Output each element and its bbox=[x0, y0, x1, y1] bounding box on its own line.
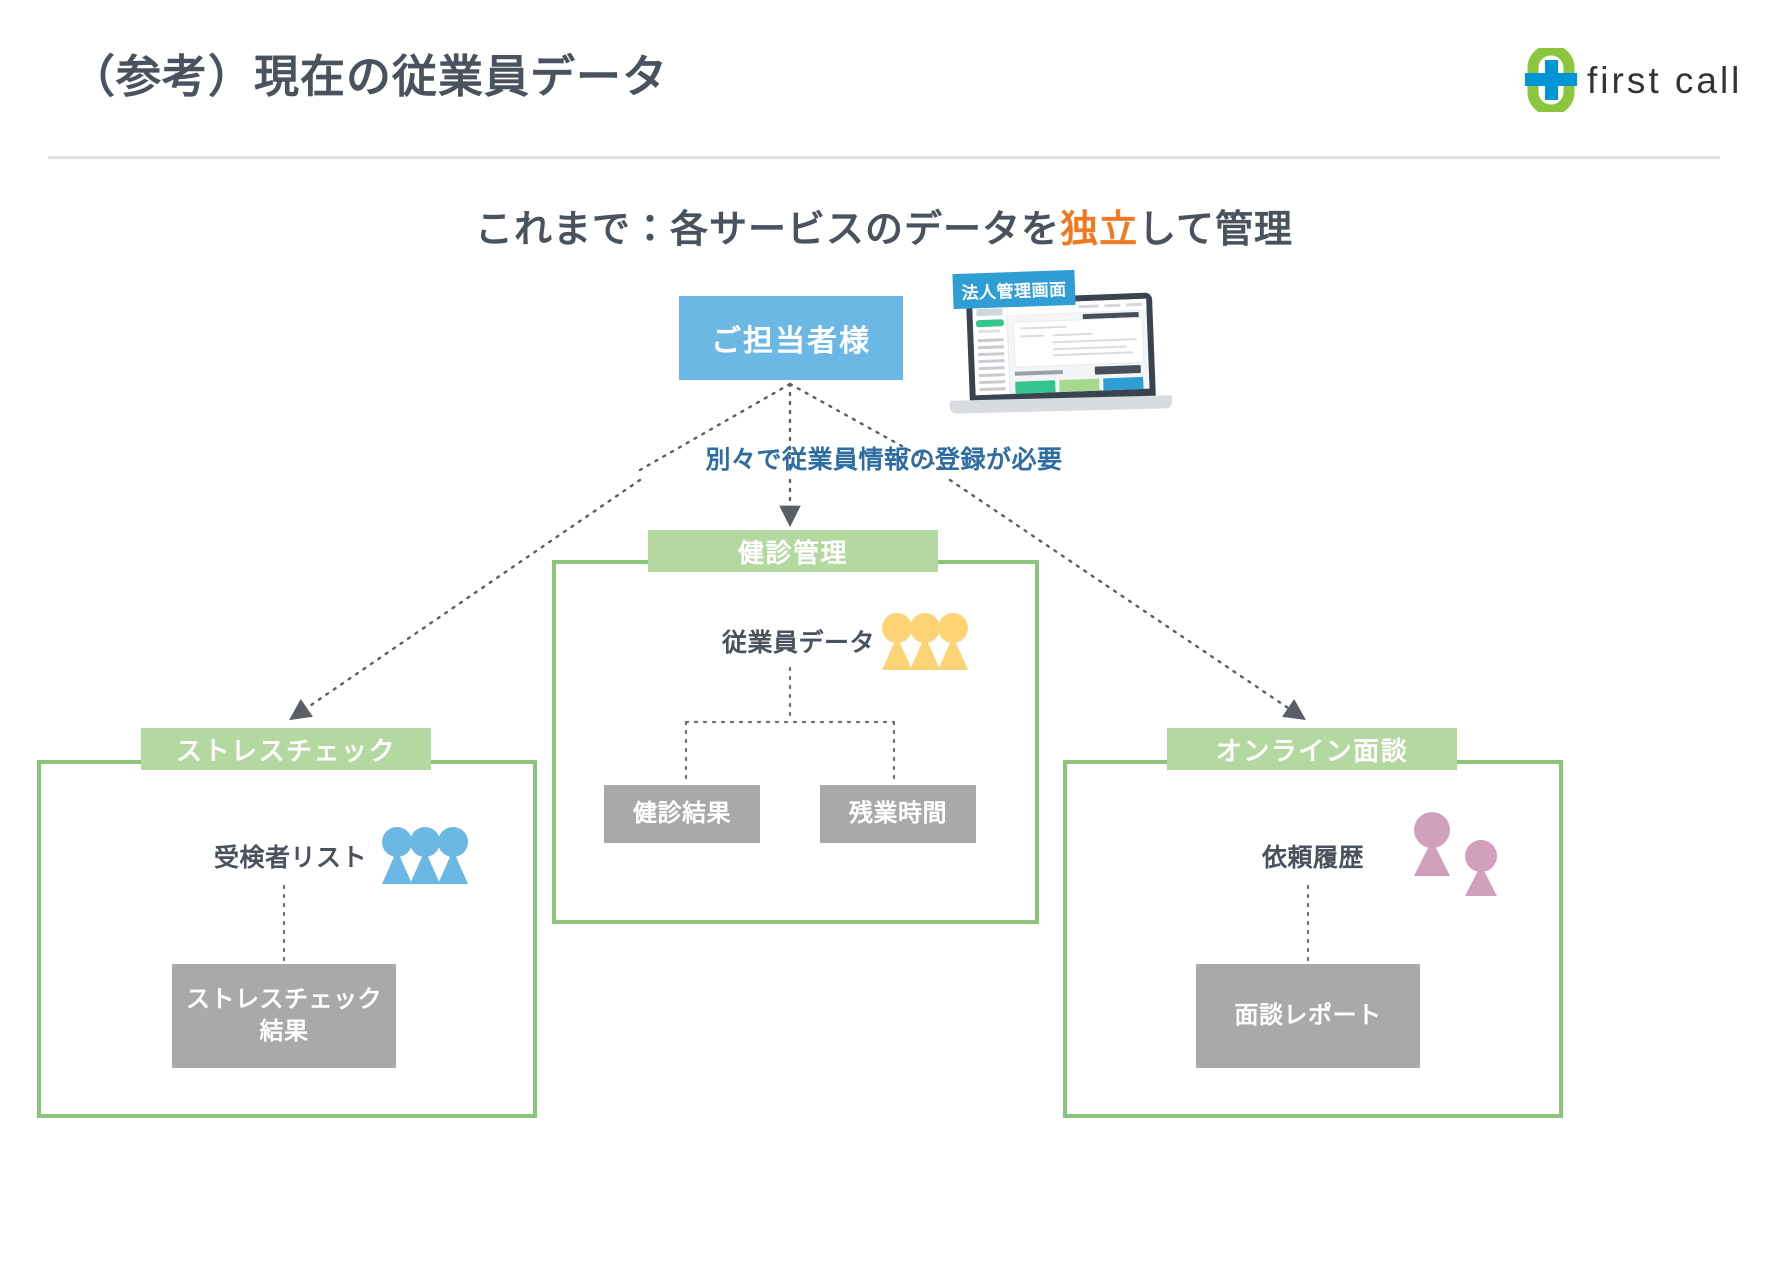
mock-tile bbox=[1015, 380, 1056, 396]
data-label-employee-data: 従業員データ bbox=[722, 629, 876, 657]
laptop-body bbox=[965, 292, 1157, 408]
page-title: （参考）現在の従業員データ bbox=[70, 51, 669, 102]
mock-nav-item bbox=[978, 366, 1005, 371]
mock-subtext bbox=[978, 329, 1001, 334]
service-header-stress-check: ストレスチェック bbox=[141, 728, 431, 770]
data-label-request-history: 依頼履歴 bbox=[1262, 844, 1365, 872]
data-tile-stress-check-result: ストレスチェック 結果 bbox=[172, 964, 396, 1068]
brand-wordmark: first call bbox=[1587, 60, 1743, 101]
mock-cta-button bbox=[975, 319, 1005, 328]
subtitle-suffix: して管理 bbox=[1138, 209, 1293, 251]
people-group-icon bbox=[382, 827, 468, 884]
mock-secondary-button bbox=[1094, 364, 1141, 375]
mock-logo bbox=[976, 308, 1003, 317]
mock-nav-item bbox=[978, 373, 1005, 378]
laptop-mockup: 法人管理画面 bbox=[949, 269, 1173, 416]
data-tile-mendan-report: 面談レポート bbox=[1196, 964, 1420, 1068]
slide-subtitle: これまで：各サービスのデータを独立して管理 bbox=[0, 198, 1768, 253]
mock-nav-item bbox=[979, 387, 1006, 392]
mock-content-card bbox=[1012, 316, 1145, 368]
brand-logo: first call bbox=[1525, 48, 1739, 114]
mock-tile bbox=[1103, 376, 1144, 395]
header-divider bbox=[48, 156, 1720, 159]
mock-nav-item bbox=[977, 338, 1004, 343]
firstcall-logo-icon bbox=[1525, 48, 1577, 112]
data-tile-kenshin-result: 健診結果 bbox=[604, 785, 760, 843]
subtitle-highlight: 独立 bbox=[1060, 209, 1139, 251]
mock-section-title bbox=[1014, 369, 1063, 376]
mock-topbar-item bbox=[1126, 302, 1143, 307]
subtitle-prefix: これまで：各サービスのデータを bbox=[475, 209, 1061, 251]
tile-line2: 結果 bbox=[259, 1018, 309, 1045]
mock-sidebar bbox=[972, 304, 1011, 396]
mock-nav-item bbox=[978, 359, 1005, 364]
service-header-kenshin-kanri: 健診管理 bbox=[648, 530, 938, 572]
split-registration-note: 別々で従業員情報の登録が必要 bbox=[705, 446, 1063, 474]
people-pair-icon bbox=[1414, 812, 1497, 896]
data-tile-overtime-hours: 残業時間 bbox=[820, 785, 976, 843]
slide-header: （参考）現在の従業員データ first call bbox=[0, 0, 1768, 170]
mock-nav-item bbox=[979, 380, 1006, 385]
service-header-online-mendan: オンライン面談 bbox=[1167, 728, 1457, 770]
laptop-screen bbox=[972, 298, 1150, 396]
mock-nav-item bbox=[978, 352, 1005, 357]
owner-node: ご担当者様 bbox=[679, 296, 903, 380]
data-label-receiver-list: 受検者リスト bbox=[214, 844, 368, 872]
tile-line1: ストレスチェック bbox=[186, 986, 382, 1014]
mock-topbar-item bbox=[1104, 303, 1121, 308]
laptop-badge-label: 法人管理画面 bbox=[952, 269, 1076, 310]
mock-nav-item bbox=[977, 345, 1004, 350]
people-group-icon bbox=[882, 613, 968, 670]
mock-tile bbox=[1059, 378, 1100, 396]
mock-topbar-item bbox=[1078, 304, 1099, 309]
